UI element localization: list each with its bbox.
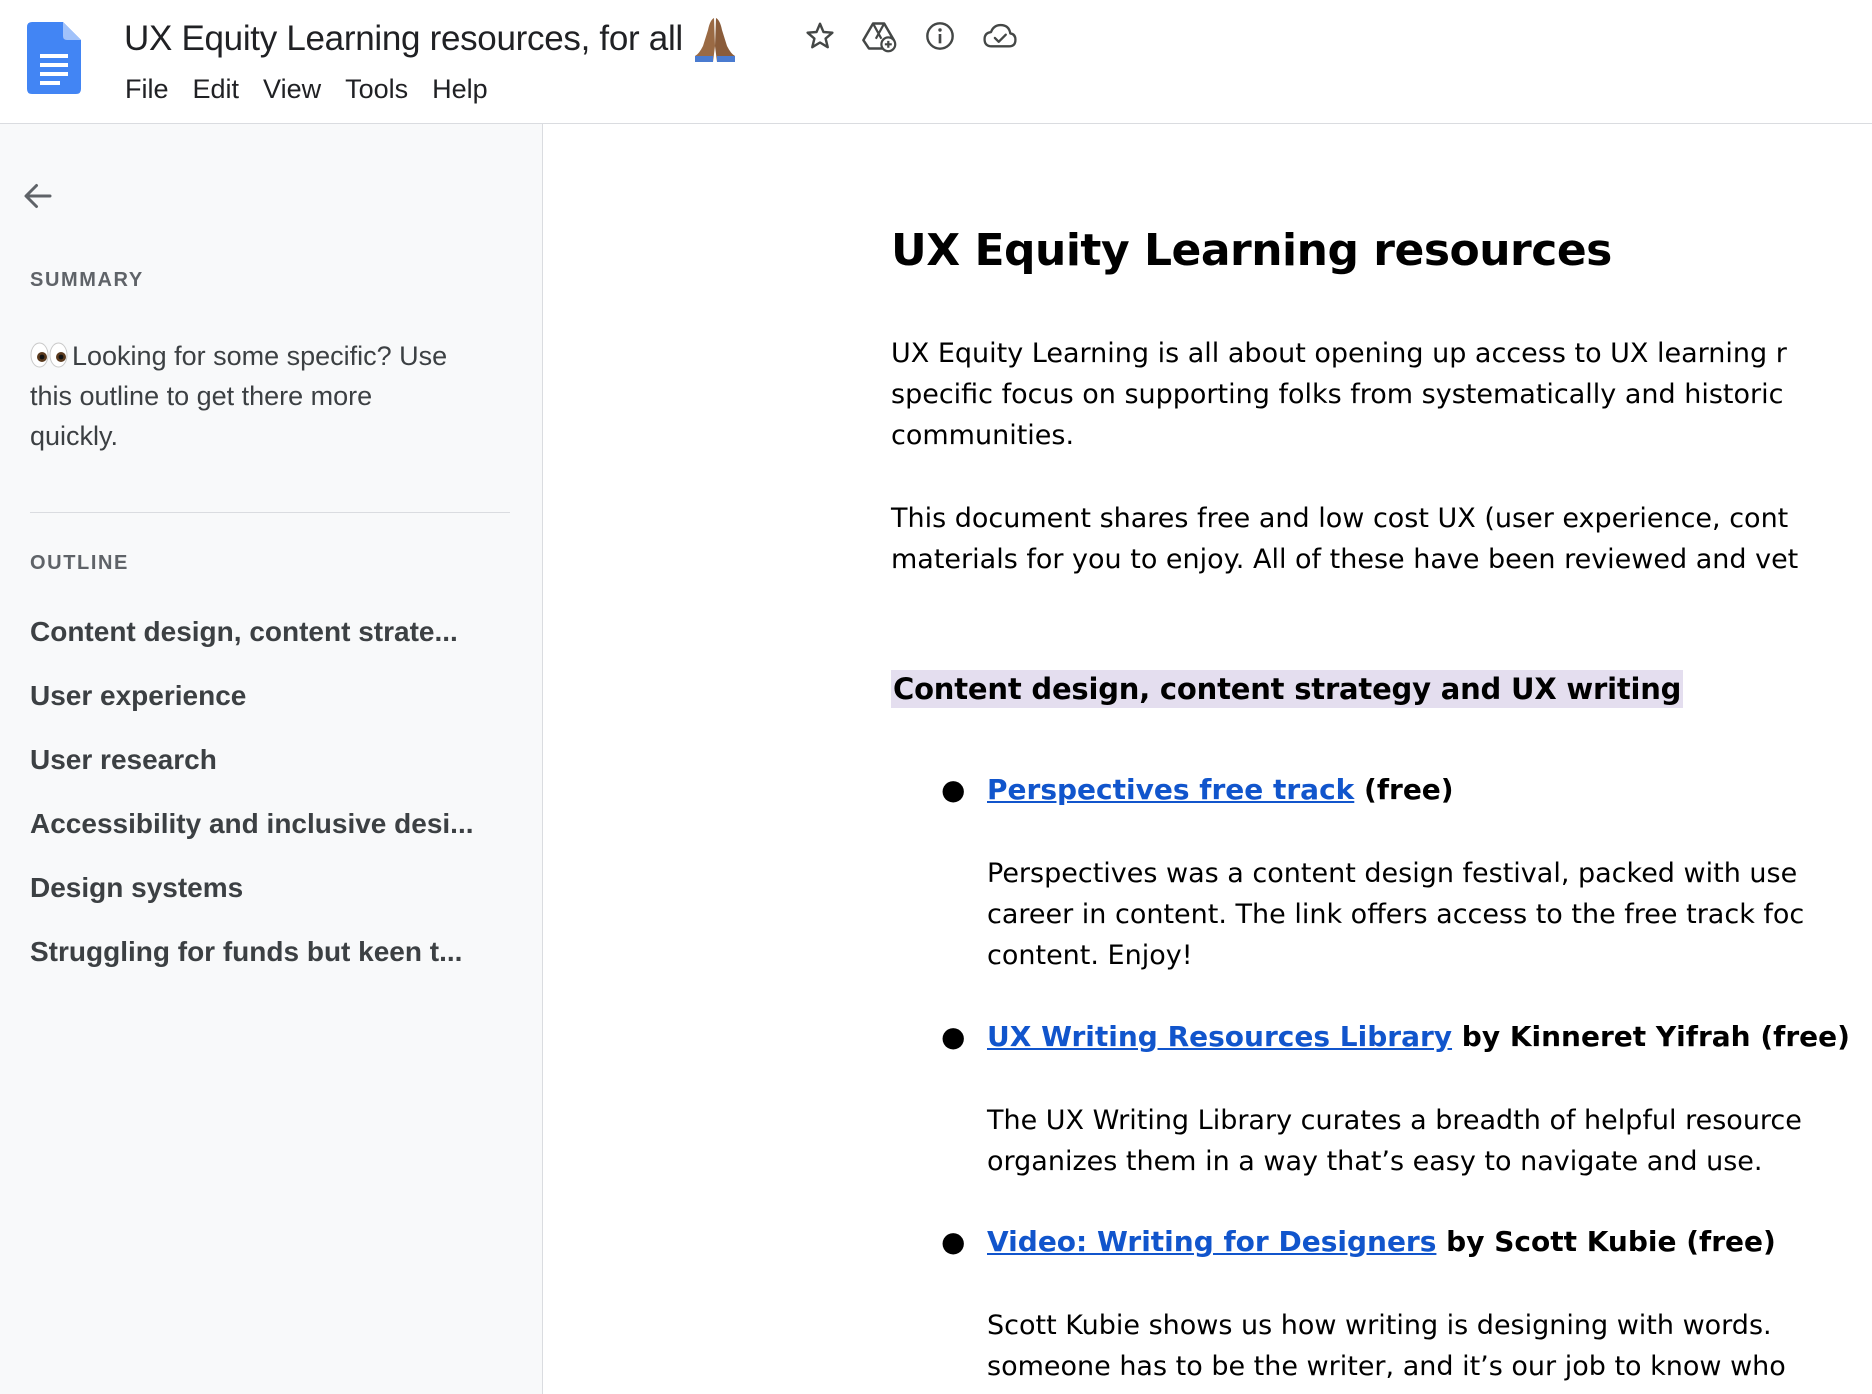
summary-line-2: this outline to get there more (30, 381, 373, 411)
text-line: communities. (891, 420, 1075, 451)
resource-description: Perspectives was a content design festiv… (987, 853, 1804, 976)
menu-tools[interactable]: Tools (333, 70, 420, 109)
text-line: Perspectives was a content design festiv… (987, 858, 1798, 889)
menu-edit[interactable]: Edit (181, 70, 252, 109)
info-icon[interactable] (920, 16, 960, 56)
back-arrow-icon[interactable] (18, 176, 58, 216)
bullet-point: ● (941, 773, 966, 806)
resource-description: The UX Writing Library curates a breadth… (987, 1100, 1802, 1182)
text-line: materials for you to enjoy. All of these… (891, 544, 1799, 575)
menu-view[interactable]: View (251, 70, 333, 109)
section-heading-content-design: Content design, content strategy and UX … (891, 670, 1684, 708)
text-line: career in content. The link offers acces… (987, 899, 1805, 930)
outline-item-accessibility[interactable]: Accessibility and inclusive desi... (30, 792, 510, 856)
title-row: UX Equity Learning resources, for all (124, 14, 739, 64)
resource-link-perspectives[interactable]: Perspectives free track (987, 773, 1354, 806)
menu-file[interactable]: File (113, 70, 181, 109)
resource-suffix: (free) (1354, 773, 1454, 806)
title-action-icons (800, 16, 1020, 56)
bullet-point: ● (941, 1020, 966, 1053)
outline-item-user-research[interactable]: User research (30, 728, 510, 792)
text-line: UX Equity Learning is all about opening … (891, 338, 1787, 369)
cloud-saved-icon[interactable] (980, 16, 1020, 56)
resource-link-ux-writing-library[interactable]: UX Writing Resources Library (987, 1020, 1452, 1053)
intro-paragraph-2: This document shares free and low cost U… (891, 498, 1798, 580)
outline-list: Content design, content strate... User e… (30, 600, 510, 984)
resource-link-writing-for-designers[interactable]: Video: Writing for Designers (987, 1225, 1436, 1258)
outline-item-user-experience[interactable]: User experience (30, 664, 510, 728)
document-outline-sidebar: SUMMARY Looking for some specific? Use t… (0, 124, 543, 1394)
text-line: specific focus on supporting folks from … (891, 379, 1784, 410)
move-to-drive-icon[interactable] (860, 16, 900, 56)
outline-item-design-systems[interactable]: Design systems (30, 856, 510, 920)
text-line: someone has to be the writer, and it’s o… (987, 1351, 1786, 1382)
intro-paragraph-1: UX Equity Learning is all about opening … (891, 333, 1787, 456)
resource-description: Scott Kubie shows us how writing is desi… (987, 1305, 1786, 1387)
menu-bar: File Edit View Tools Help (113, 70, 500, 109)
sidebar-divider (30, 512, 510, 513)
outline-item-struggling-for-funds[interactable]: Struggling for funds but keen t... (30, 920, 510, 984)
resource-title: Video: Writing for Designers by Scott Ku… (987, 1222, 1776, 1262)
text-line: content. Enjoy! (987, 940, 1193, 971)
resource-suffix: by Scott Kubie (free) (1436, 1225, 1776, 1258)
resource-title: UX Writing Resources Library by Kinneret… (987, 1017, 1850, 1057)
text-line: The UX Writing Library curates a breadth… (987, 1105, 1802, 1136)
text-line: organizes them in a way that’s easy to n… (987, 1146, 1763, 1177)
star-icon[interactable] (800, 16, 840, 56)
resource-title: Perspectives free track (free) (987, 770, 1454, 810)
resource-suffix: by Kinneret Yifrah (free) (1452, 1020, 1850, 1053)
outline-label: OUTLINE (30, 552, 129, 574)
menu-help[interactable]: Help (420, 70, 500, 109)
summary-line-3: quickly. (30, 421, 119, 451)
bullet-point: ● (941, 1225, 966, 1258)
summary-label: SUMMARY (30, 269, 144, 291)
pray-hands-icon (694, 18, 735, 62)
text-line: This document shares free and low cost U… (891, 503, 1789, 534)
outline-item-content-design[interactable]: Content design, content strate... (30, 600, 510, 664)
document-title[interactable]: UX Equity Learning resources, for all (124, 19, 683, 59)
text-line: Scott Kubie shows us how writing is desi… (987, 1310, 1772, 1341)
app-header: UX Equity Learning resources, for all Fi… (0, 0, 1872, 124)
google-docs-logo-icon[interactable] (27, 22, 81, 94)
summary-line-1: Looking for some specific? Use (72, 341, 448, 371)
eyes-emoji-icon (30, 342, 68, 368)
document-canvas[interactable]: UX Equity Learning resources UX Equity L… (544, 125, 1872, 1394)
summary-text[interactable]: Looking for some specific? Use this outl… (30, 336, 500, 456)
document-heading: UX Equity Learning resources (891, 225, 1612, 276)
